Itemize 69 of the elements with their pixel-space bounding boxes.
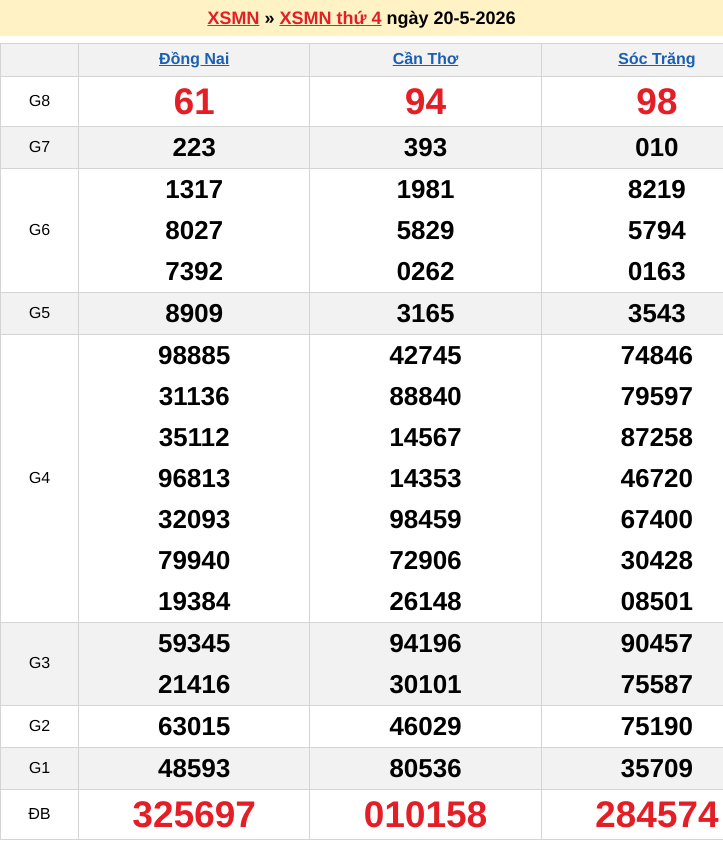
prize-number: 8909 xyxy=(164,297,224,330)
prize-number: 325697 xyxy=(131,793,257,837)
prize-number: 0262 xyxy=(396,255,456,288)
prize-label: G1 xyxy=(28,760,50,776)
prize-number: 79940 xyxy=(157,544,232,577)
prize-number: 67400 xyxy=(620,503,694,536)
prize-number: 30428 xyxy=(620,544,694,577)
prize-number: 393 xyxy=(402,131,448,164)
province-link[interactable]: Cần Thơ xyxy=(392,51,458,68)
prize-number: 46029 xyxy=(388,710,463,743)
prize-number: 32093 xyxy=(157,503,232,536)
prize-number: 87258 xyxy=(620,421,694,454)
prize-number: 98459 xyxy=(388,503,463,536)
prize-label: G2 xyxy=(28,718,50,734)
prize-label: G8 xyxy=(28,92,50,110)
prize-number: 96813 xyxy=(157,462,232,495)
prize-number: 98 xyxy=(635,80,678,124)
prize-number: 46720 xyxy=(620,462,694,495)
prize-number: 35709 xyxy=(620,752,694,785)
prize-number: 1981 xyxy=(396,173,456,206)
prize-label: ĐB xyxy=(28,806,51,822)
date-text: ngày 20-5-2026 xyxy=(386,8,516,28)
prize-number: 59345 xyxy=(157,627,232,660)
prize-number: 94196 xyxy=(388,627,463,660)
prize-number: 3543 xyxy=(626,297,687,330)
prize-number: 08501 xyxy=(620,585,694,618)
prize-number: 3165 xyxy=(396,297,456,330)
prize-number: 98885 xyxy=(157,339,232,372)
breadcrumb-link[interactable]: XSMN thứ 4 xyxy=(279,8,382,28)
prize-number: 75587 xyxy=(620,668,694,701)
prize-label: G5 xyxy=(28,304,50,322)
province-link[interactable]: Đồng Nai xyxy=(159,51,230,68)
prize-number: 21416 xyxy=(157,668,232,701)
prize-number: 5794 xyxy=(626,214,687,247)
prize-label: G3 xyxy=(28,655,50,672)
prize-number: 0163 xyxy=(626,255,687,288)
prize-number: 19384 xyxy=(157,585,232,618)
prize-number: 14567 xyxy=(388,421,463,454)
prize-number: 010158 xyxy=(362,793,488,837)
prize-number: 75190 xyxy=(620,710,694,743)
prize-number: 74846 xyxy=(620,339,694,372)
prize-number: 5829 xyxy=(396,214,456,247)
prize-number: 8027 xyxy=(164,214,224,247)
prize-number: 72906 xyxy=(388,544,463,577)
prize-number: 26148 xyxy=(388,585,463,618)
prize-number: 7392 xyxy=(164,255,224,288)
prize-number: 88840 xyxy=(388,380,463,413)
prize-number: 14353 xyxy=(388,462,463,495)
prize-number: 48593 xyxy=(157,752,232,785)
prize-number: 42745 xyxy=(388,339,463,372)
prize-number: 94 xyxy=(404,80,448,124)
prize-label: G4 xyxy=(28,470,50,486)
prize-number: 79597 xyxy=(620,380,694,413)
prize-number: 8219 xyxy=(626,173,687,206)
prize-number: 30101 xyxy=(388,668,463,701)
prize-number: 010 xyxy=(634,131,680,164)
prize-number: 90457 xyxy=(620,627,694,660)
prize-number: 35112 xyxy=(158,421,231,454)
prize-label: G6 xyxy=(28,222,50,238)
prize-label: G7 xyxy=(28,138,50,156)
prize-number: 284574 xyxy=(594,793,720,837)
prize-number: 31136 xyxy=(158,380,231,413)
breadcrumb-separator: » xyxy=(264,8,274,28)
prize-number: 80536 xyxy=(388,752,463,785)
prize-number: 1317 xyxy=(164,173,224,206)
prize-number: 61 xyxy=(172,80,216,124)
prize-number: 63015 xyxy=(157,710,232,743)
breadcrumb-link[interactable]: XSMN xyxy=(207,8,260,28)
prize-number: 223 xyxy=(171,131,217,164)
